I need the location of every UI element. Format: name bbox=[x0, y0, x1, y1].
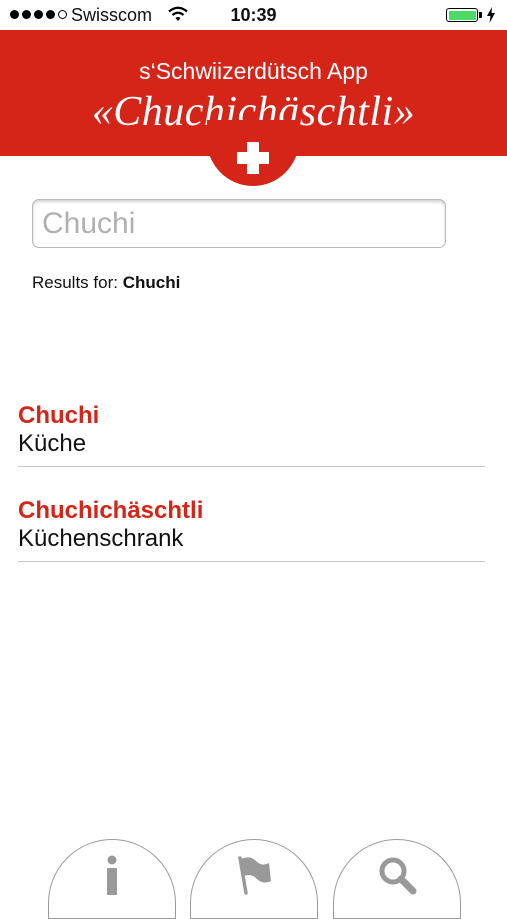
list-item[interactable]: Chuchichäschtli Küchenschrank bbox=[18, 497, 485, 562]
status-time: 10:39 bbox=[230, 5, 277, 25]
search-input[interactable] bbox=[32, 199, 446, 248]
entry-translation: Küche bbox=[18, 430, 87, 457]
entry-translation: Küchenschrank bbox=[18, 525, 184, 552]
results-label: Results for: Chuchi bbox=[32, 273, 180, 293]
list-item[interactable]: Chuchi Küche bbox=[18, 402, 485, 467]
swiss-cross-icon bbox=[207, 120, 299, 186]
battery-icon bbox=[446, 8, 478, 22]
results-query: Chuchi bbox=[122, 273, 181, 292]
results-prefix: Results for: bbox=[32, 273, 118, 292]
tab-info[interactable] bbox=[48, 839, 176, 919]
flag-icon bbox=[238, 856, 271, 895]
tab-search[interactable] bbox=[333, 839, 461, 919]
header-subtitle: s‘Schwiizerdütsch App bbox=[139, 58, 368, 84]
search-icon bbox=[379, 857, 417, 895]
battery-tip bbox=[479, 12, 482, 18]
entry-word: Chuchi bbox=[18, 402, 100, 429]
charging-bolt-icon bbox=[487, 7, 495, 23]
tab-flag[interactable] bbox=[190, 839, 318, 919]
status-bar: Swisscom 10:39 bbox=[0, 0, 507, 30]
entry-word: Chuchichäschtli bbox=[18, 497, 204, 524]
info-icon bbox=[107, 855, 117, 895]
